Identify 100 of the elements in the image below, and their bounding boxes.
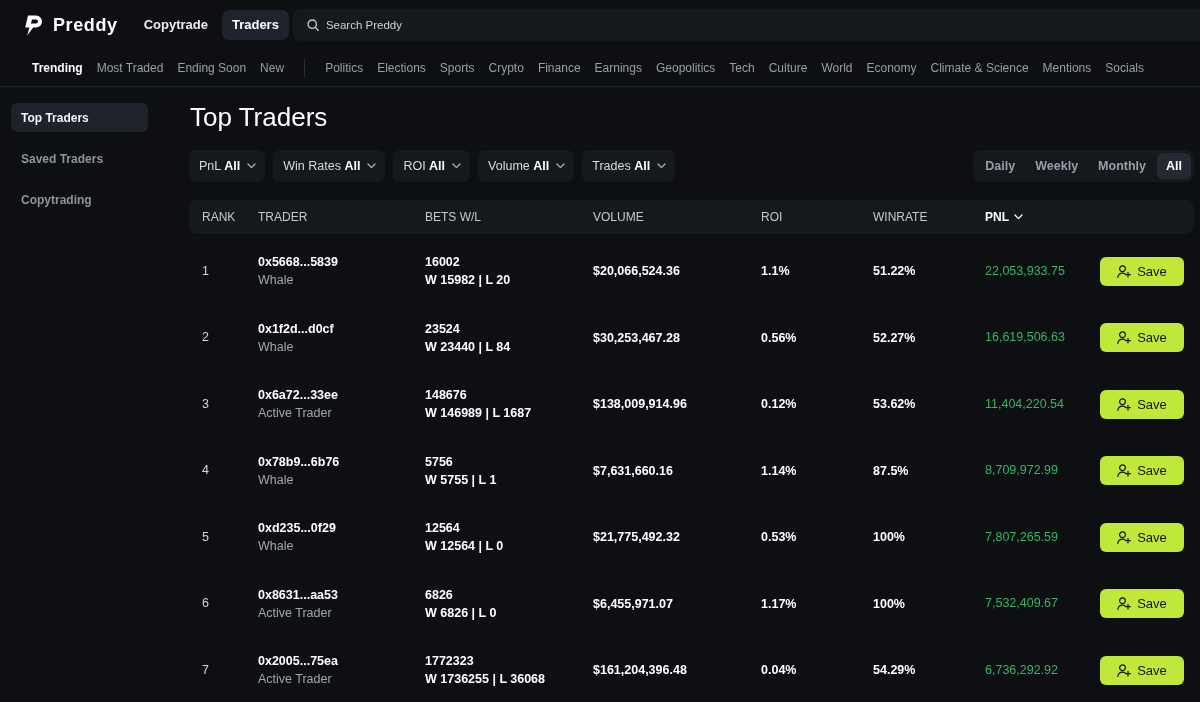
trader-type: Whale — [258, 471, 294, 489]
category-tab[interactable]: Ending Soon — [177, 59, 247, 77]
trader-address: 0xd235...0f29 — [258, 520, 336, 538]
category-tab[interactable]: Crypto — [488, 59, 524, 77]
volume-amount: $6,455,971.07 — [593, 595, 673, 613]
bets-total: 12564 — [425, 520, 460, 538]
category-tab[interactable]: Elections — [377, 59, 426, 77]
period-tab[interactable]: All — [1157, 153, 1191, 179]
user-plus-icon — [1117, 331, 1132, 345]
bets-total: 148676 — [425, 387, 467, 405]
category-tab[interactable]: Politics — [325, 59, 364, 77]
column-header: PNL — [985, 209, 1009, 226]
rank-number: 2 — [202, 329, 209, 347]
winrate-value: 51.22% — [873, 263, 916, 281]
category-tab[interactable]: Trending — [32, 59, 83, 77]
trader-address: 0x6a72...33ee — [258, 387, 338, 405]
bets-win-loss: W 1736255 | L 36068 — [425, 671, 546, 689]
category-tab[interactable]: Culture — [768, 59, 808, 77]
search-icon — [306, 19, 319, 31]
category-tab[interactable]: Economy — [866, 59, 917, 77]
category-tab[interactable]: Climate & Science — [930, 59, 1029, 77]
search-field[interactable]: Search Preddy — [292, 9, 1200, 41]
save-button[interactable]: Save — [1100, 456, 1184, 486]
column-header: TRADER — [258, 209, 308, 226]
column-header: VOLUME — [593, 209, 644, 226]
page-title: Top Traders — [190, 102, 329, 133]
volume-amount: $21,775,492.32 — [593, 529, 680, 547]
user-plus-icon — [1117, 397, 1132, 411]
save-button[interactable]: Save — [1100, 256, 1184, 286]
bets-win-loss: W 12564 | L 0 — [425, 538, 504, 556]
roi-value: 1.14% — [761, 462, 797, 480]
bets-win-loss: W 15982 | L 20 — [425, 272, 511, 290]
filter-dropdown[interactable]: PnL All — [189, 150, 266, 182]
column-header: RANK — [202, 209, 236, 226]
category-tab[interactable]: Mentions — [1042, 59, 1092, 77]
trader-address: 0x5668...5839 — [258, 254, 338, 272]
winrate-value: 53.62% — [873, 396, 916, 414]
chevron-down-icon — [657, 163, 667, 169]
category-tab[interactable]: Finance — [537, 59, 581, 77]
volume-amount: $30,253,467.28 — [593, 329, 680, 347]
period-tab[interactable]: Weekly — [1026, 153, 1088, 179]
winrate-value: 100% — [873, 529, 905, 547]
bets-win-loss: W 5755 | L 1 — [425, 471, 497, 489]
category-tab[interactable]: World — [821, 59, 853, 77]
save-button[interactable]: Save — [1100, 522, 1184, 552]
bets-win-loss: W 146989 | L 1687 — [425, 405, 532, 423]
category-tab[interactable]: New — [260, 59, 285, 77]
period-tab[interactable]: Monthly — [1089, 153, 1155, 179]
category-tab[interactable]: Socials — [1105, 59, 1144, 77]
bets-total: 1772323 — [425, 653, 474, 671]
filter-dropdown[interactable]: Win Rates All — [273, 150, 386, 182]
period-tab[interactable]: Daily — [976, 153, 1025, 179]
category-tab[interactable]: Most Traded — [96, 59, 164, 77]
category-tab[interactable]: Tech — [729, 59, 755, 77]
bets-total: 5756 — [425, 453, 453, 471]
logo-icon — [24, 14, 43, 36]
save-button[interactable]: Save — [1100, 389, 1184, 419]
trader-address: 0x78b9...6b76 — [258, 453, 340, 471]
nav-tab[interactable]: Copytrade — [133, 10, 218, 40]
column-header: ROI — [761, 209, 783, 226]
volume-amount: $20,066,524.36 — [593, 263, 680, 281]
pnl-value: 8,709,972.99 — [985, 462, 1058, 480]
user-plus-icon — [1117, 663, 1132, 677]
chevron-down-icon — [247, 163, 257, 169]
trader-type: Whale — [258, 338, 294, 356]
pnl-value: 22,053,933.75 — [985, 262, 1065, 280]
trader-type: Whale — [258, 538, 294, 556]
bets-win-loss: W 6826 | L 0 — [425, 604, 497, 622]
category-tab[interactable]: Geopolitics — [655, 59, 716, 77]
winrate-value: 87.5% — [873, 462, 909, 480]
user-plus-icon — [1117, 597, 1132, 611]
bets-total: 6826 — [425, 586, 453, 604]
filter-dropdown[interactable]: ROI All — [393, 150, 471, 182]
rank-number: 3 — [202, 395, 209, 413]
roi-value: 0.12% — [761, 396, 797, 414]
save-button[interactable]: Save — [1100, 655, 1184, 685]
column-header: WINRATE — [873, 209, 928, 226]
winrate-value: 52.27% — [873, 329, 916, 347]
bets-total: 16002 — [425, 254, 460, 272]
save-button[interactable]: Save — [1100, 323, 1184, 353]
pnl-value: 6,736,292.92 — [985, 661, 1058, 679]
trader-type: Active Trader — [258, 405, 332, 423]
filter-dropdown[interactable]: Volume All — [478, 150, 575, 182]
trader-type: Active Trader — [258, 671, 332, 689]
column-header: BETS W/L — [425, 209, 481, 226]
roi-value: 1.1% — [761, 263, 790, 281]
save-button[interactable]: Save — [1100, 589, 1184, 619]
category-tab[interactable]: Sports — [439, 59, 475, 77]
volume-amount: $138,009,914.96 — [593, 396, 687, 414]
rank-number: 7 — [202, 661, 209, 679]
nav-tab[interactable]: Traders — [221, 10, 289, 40]
sidebar-item[interactable]: Copytrading — [11, 185, 148, 214]
trader-address: 0x8631...aa53 — [258, 586, 338, 604]
filter-dropdown[interactable]: Trades All — [582, 150, 676, 182]
sidebar-item[interactable]: Top Traders — [11, 103, 148, 132]
sidebar-item[interactable]: Saved Traders — [11, 144, 148, 173]
trader-address: 0x2005...75ea — [258, 653, 338, 671]
category-tab[interactable]: Earnings — [594, 59, 642, 77]
rank-number: 6 — [202, 595, 209, 613]
winrate-value: 54.29% — [873, 662, 916, 680]
